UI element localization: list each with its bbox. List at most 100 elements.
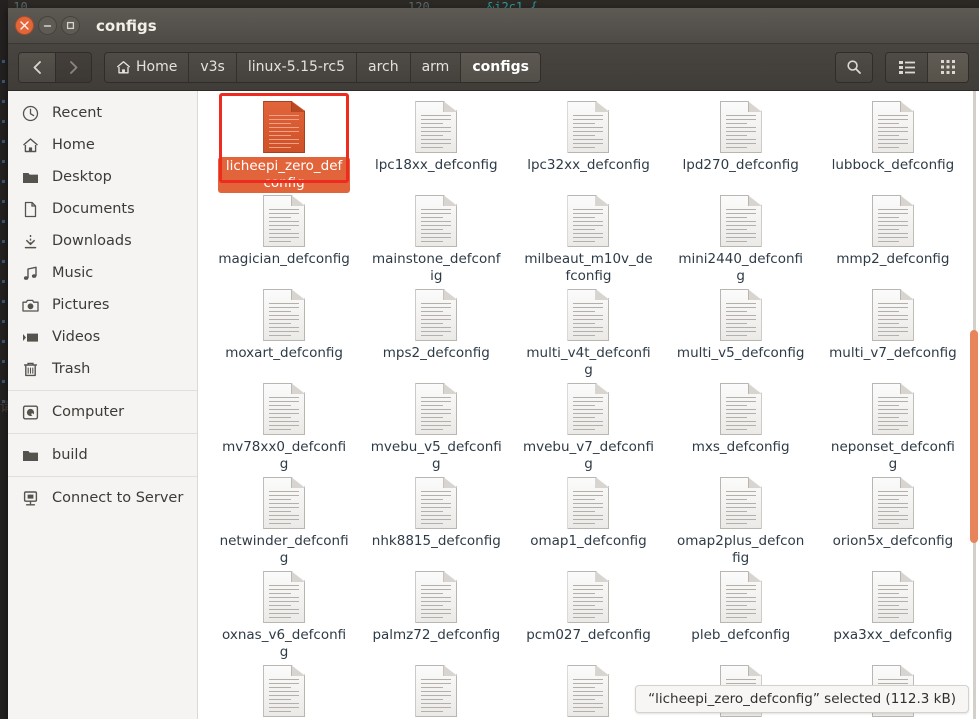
file-item[interactable]: omap2plus_defconfig [665, 473, 817, 567]
breadcrumb-item-linux-5-15-rc5[interactable]: linux-5.15-rc5 [236, 53, 356, 82]
sidebar-item-connect-to-server[interactable]: Connect to Server [8, 482, 197, 514]
sidebar-separator [8, 433, 197, 434]
sidebar-item-label: build [52, 447, 88, 463]
file-item[interactable]: mvebu_v7_defconfig [512, 379, 664, 473]
sidebar-item-label: Home [52, 137, 95, 153]
file-item[interactable]: magician_defconfig [208, 191, 360, 285]
file-name: multi_v5_defconfig [677, 345, 805, 362]
file-item[interactable]: mvebu_v5_defconfig [360, 379, 512, 473]
file-item[interactable]: nhk8815_defconfig [360, 473, 512, 567]
file-item[interactable]: pxa255-idp_defconfig [360, 661, 512, 719]
breadcrumb-item-arch[interactable]: arch [356, 53, 410, 82]
window-title: configs [96, 17, 157, 35]
file-item[interactable]: mmp2_defconfig [817, 191, 969, 285]
breadcrumb-item-home[interactable]: Home [105, 53, 188, 82]
file-name: neponset_defconfig [827, 439, 959, 473]
file-icon [263, 665, 305, 717]
file-item[interactable]: pxa168_defconfig [208, 661, 360, 719]
file-item[interactable]: lpc18xx_defconfig [360, 97, 512, 191]
file-item[interactable]: mini2440_defconfig [665, 191, 817, 285]
file-icon [415, 195, 457, 247]
file-item[interactable]: multi_v4t_defconfig [512, 285, 664, 379]
file-item[interactable]: netwinder_defconfig [208, 473, 360, 567]
file-icon [263, 101, 305, 153]
vertical-scrollbar[interactable] [966, 91, 979, 719]
file-name: mv78xx0_defconfig [218, 439, 350, 473]
grid-view-button[interactable] [927, 53, 968, 82]
file-item[interactable]: milbeaut_m10v_defconfig [512, 191, 664, 285]
file-name: mini2440_defconfig [675, 251, 807, 285]
file-item[interactable]: mv78xx0_defconfig [208, 379, 360, 473]
sidebar-item-music[interactable]: Music [8, 257, 197, 289]
file-name: milbeaut_m10v_defconfig [522, 251, 654, 285]
file-item[interactable]: mxs_defconfig [665, 379, 817, 473]
sidebar-separator [8, 390, 197, 391]
file-icon [415, 665, 457, 717]
file-icon [415, 477, 457, 529]
file-item[interactable]: multi_v7_defconfig [817, 285, 969, 379]
breadcrumb-item-arm[interactable]: arm [410, 53, 461, 82]
sidebar-item-computer[interactable]: Computer [8, 396, 197, 428]
file-item[interactable]: neponset_defconfig [817, 379, 969, 473]
video-icon [22, 329, 39, 346]
folder-icon [22, 169, 39, 186]
file-item[interactable]: pleb_defconfig [665, 567, 817, 661]
list-view-button[interactable] [886, 53, 927, 82]
breadcrumb-item-configs[interactable]: configs [460, 53, 540, 82]
minimize-icon[interactable] [38, 16, 57, 35]
file-name: mvebu_v7_defconfig [522, 439, 654, 473]
file-icon [720, 477, 762, 529]
file-icon [415, 289, 457, 341]
file-name: pxa3xx_defconfig [833, 627, 952, 644]
file-name: omap2plus_defconfig [675, 533, 807, 567]
sidebar-item-label: Downloads [52, 233, 132, 249]
back-button[interactable] [19, 53, 55, 82]
file-name: pleb_defconfig [691, 627, 790, 644]
file-icon [872, 571, 914, 623]
file-item[interactable]: palmz72_defconfig [360, 567, 512, 661]
search-button[interactable] [835, 52, 873, 83]
breadcrumb-item-v3s[interactable]: v3s [188, 53, 236, 82]
maximize-icon[interactable] [61, 16, 80, 35]
file-icon [872, 289, 914, 341]
file-item[interactable]: mainstone_defconfig [360, 191, 512, 285]
sidebar-item-build[interactable]: build [8, 439, 197, 471]
breadcrumb-label: configs [472, 59, 529, 75]
sidebar-item-videos[interactable]: Videos [8, 321, 197, 353]
sidebar-item-home[interactable]: Home [8, 129, 197, 161]
scrollbar-thumb[interactable] [970, 330, 978, 544]
file-item[interactable]: mps2_defconfig [360, 285, 512, 379]
file-item[interactable]: pcm027_defconfig [512, 567, 664, 661]
sidebar-item-pictures[interactable]: Pictures [8, 289, 197, 321]
file-icon [872, 101, 914, 153]
file-item[interactable]: pxa3xx_defconfig [817, 567, 969, 661]
window-titlebar: configs [8, 8, 979, 44]
file-list-area[interactable]: licheepi_zero_defconfiglpc18xx_defconfig… [198, 91, 979, 719]
file-icon [567, 195, 609, 247]
file-item[interactable]: lpd270_defconfig [665, 97, 817, 191]
file-icon [567, 571, 609, 623]
file-item[interactable]: oxnas_v6_defconfig [208, 567, 360, 661]
sidebar-item-desktop[interactable]: Desktop [8, 161, 197, 193]
file-item[interactable]: multi_v5_defconfig [665, 285, 817, 379]
file-item[interactable]: moxart_defconfig [208, 285, 360, 379]
sidebar-item-documents[interactable]: Documents [8, 193, 197, 225]
file-icon [720, 195, 762, 247]
file-item[interactable]: orion5x_defconfig [817, 473, 969, 567]
navigation-buttons [18, 52, 92, 83]
file-item[interactable]: omap1_defconfig [512, 473, 664, 567]
file-name: moxart_defconfig [225, 345, 343, 362]
file-item[interactable]: licheepi_zero_defconfig [208, 97, 360, 191]
file-item[interactable]: lubbock_defconfig [817, 97, 969, 191]
sidebar-item-downloads[interactable]: Downloads [8, 225, 197, 257]
close-icon[interactable] [15, 16, 34, 35]
download-icon [22, 233, 39, 250]
sidebar-item-trash[interactable]: Trash [8, 353, 197, 385]
file-name: magician_defconfig [218, 251, 349, 268]
file-icon [567, 477, 609, 529]
forward-button[interactable] [55, 53, 91, 82]
file-item[interactable]: lpc32xx_defconfig [512, 97, 664, 191]
sidebar-item-recent[interactable]: Recent [8, 97, 197, 129]
file-icon [567, 101, 609, 153]
file-icon [720, 383, 762, 435]
